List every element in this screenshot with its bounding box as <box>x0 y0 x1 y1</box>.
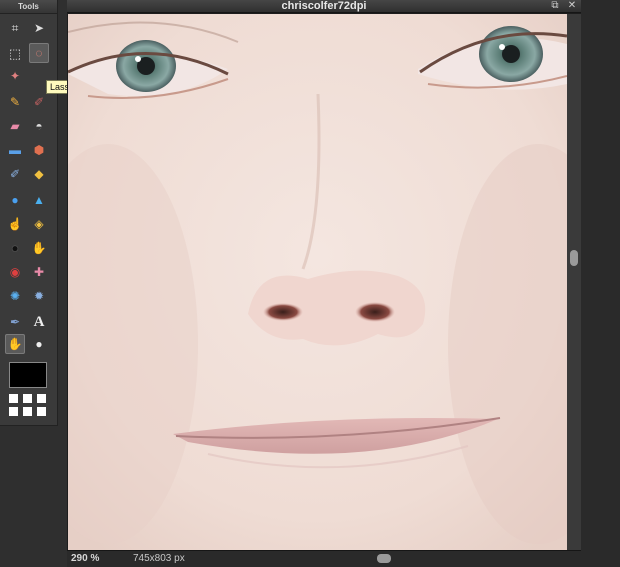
smudge-icon[interactable]: ☝ <box>5 214 25 234</box>
crop-icon[interactable]: ⌗ <box>5 18 25 38</box>
magic-wand-icon[interactable]: ✦ <box>5 66 25 86</box>
close-icon[interactable]: ✕ <box>566 0 578 12</box>
zoom-value: 290 <box>71 553 88 564</box>
tools-panel: Tools ⌗ ➤ ⬚ ◌ ✦ ✎ ✐ ▰ ◓ ▬ ⬢ ✐ ◆ ● ▲ ☝ ◈ … <box>0 0 58 426</box>
color-replace-icon[interactable]: ✐ <box>5 164 25 184</box>
document-window: chriscolfer72dpi ⧉ ✕ 290 % 745x803 px <box>67 0 581 567</box>
hand-icon[interactable]: ✋ <box>5 334 25 354</box>
sponge-icon[interactable]: ◈ <box>29 214 49 234</box>
zoom-icon[interactable]: ● <box>29 334 49 354</box>
zoom-level[interactable]: 290 % <box>71 553 99 564</box>
brush-icon[interactable]: ✐ <box>29 92 49 112</box>
shape-icon[interactable]: ◆ <box>29 164 49 184</box>
image-dimensions: 745x803 px <box>133 553 185 564</box>
foreground-color-swatch[interactable] <box>9 362 47 388</box>
gradient-icon[interactable]: ▬ <box>5 140 25 160</box>
burn-icon[interactable]: ✋ <box>29 238 49 258</box>
vertical-scrollbar[interactable] <box>567 14 581 550</box>
tools-panel-title: Tools <box>0 0 57 14</box>
zoom-unit: % <box>90 553 100 564</box>
clone-stamp-icon[interactable]: ⬢ <box>29 140 49 160</box>
marquee-icon[interactable]: ⬚ <box>5 43 25 63</box>
color-picker-icon[interactable]: ✒ <box>5 312 25 332</box>
type-icon[interactable]: A <box>29 312 49 332</box>
pinch-icon[interactable]: ✹ <box>29 286 49 306</box>
eraser-icon[interactable]: ▰ <box>5 116 25 136</box>
document-title: chriscolfer72dpi <box>281 0 367 12</box>
status-bar: 290 % 745x803 px <box>67 550 581 567</box>
spot-heal-icon[interactable]: ✚ <box>29 262 49 282</box>
red-eye-icon[interactable]: ◉ <box>5 262 25 282</box>
move-icon[interactable]: ➤ <box>29 18 49 38</box>
image-canvas[interactable] <box>68 14 567 550</box>
portrait-image <box>68 14 567 550</box>
document-titlebar[interactable]: chriscolfer72dpi ⧉ ✕ <box>67 0 581 13</box>
blur-icon[interactable]: ● <box>5 190 25 210</box>
app-window: Tools ⌗ ➤ ⬚ ◌ ✦ ✎ ✐ ▰ ◓ ▬ ⬢ ✐ ◆ ● ▲ ☝ ◈ … <box>0 0 620 567</box>
dodge-icon[interactable]: ● <box>5 238 25 258</box>
lasso-icon[interactable]: ◌ <box>29 43 49 63</box>
sharpen-icon[interactable]: ▲ <box>29 190 49 210</box>
paint-bucket-icon[interactable]: ◓ <box>29 116 49 136</box>
bloat-icon[interactable]: ✺ <box>5 286 25 306</box>
workspace-background <box>581 0 620 567</box>
horizontal-scroll-thumb[interactable] <box>377 554 391 563</box>
restore-icon[interactable]: ⧉ <box>549 0 561 12</box>
pencil-icon[interactable]: ✎ <box>5 92 25 112</box>
vertical-scroll-thumb[interactable] <box>570 250 578 266</box>
